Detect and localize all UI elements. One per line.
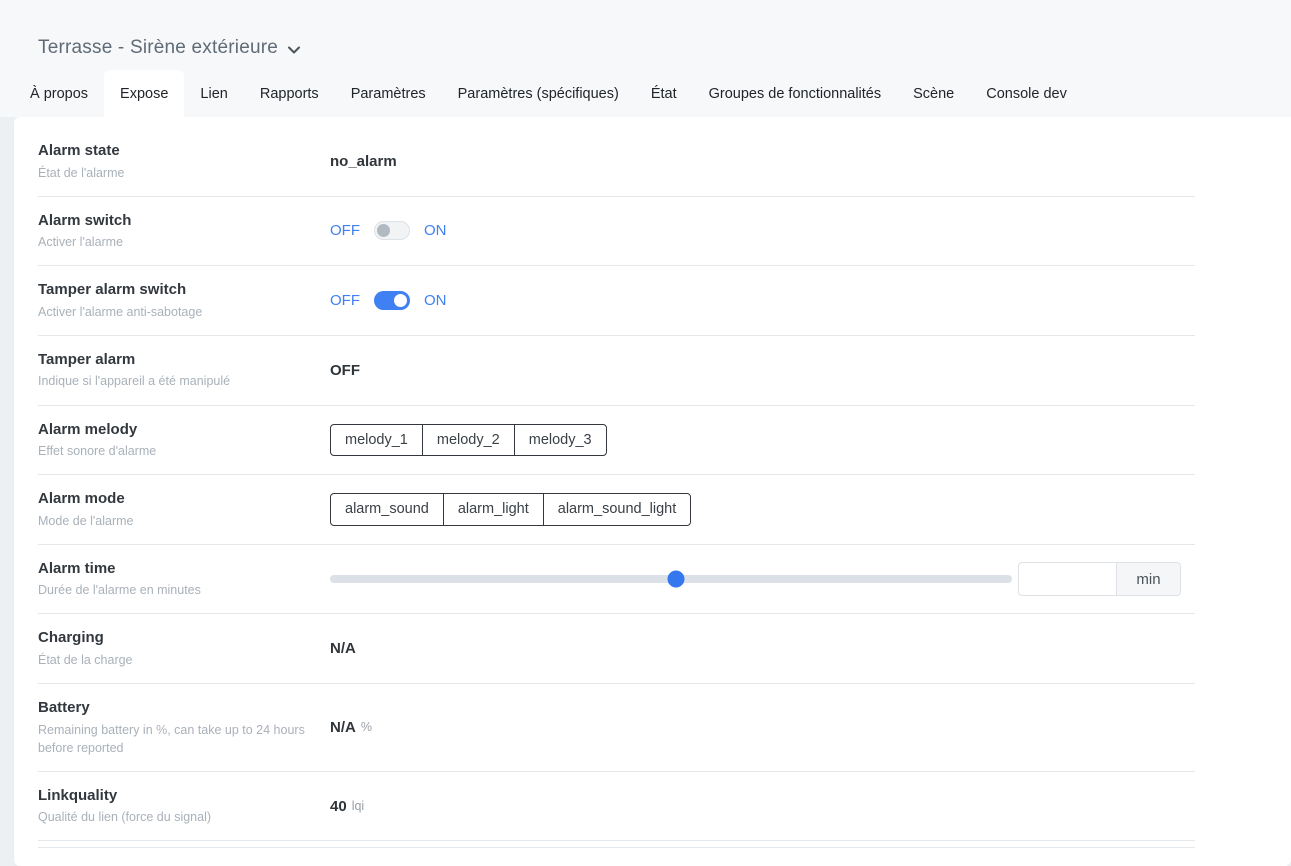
tab-etat[interactable]: État bbox=[635, 70, 693, 117]
row-title: Charging bbox=[38, 628, 312, 648]
row-title: Alarm time bbox=[38, 559, 312, 579]
row-title: Linkquality bbox=[38, 786, 312, 806]
row-title: Tamper alarm bbox=[38, 350, 312, 370]
row-description: État de la charge bbox=[38, 651, 312, 669]
row-alarm-mode: Alarm mode Mode de l'alarme alarm_sound … bbox=[38, 475, 1195, 545]
row-title: Alarm state bbox=[38, 141, 312, 161]
row-description: Activer l'alarme anti-sabotage bbox=[38, 303, 312, 321]
row-description: Durée de l'alarme en minutes bbox=[38, 581, 312, 599]
alarm-sound-button[interactable]: alarm_sound bbox=[330, 493, 444, 525]
rows-footer-divider bbox=[38, 841, 1195, 848]
row-alarm-time: Alarm time Durée de l'alarme en minutes … bbox=[38, 545, 1195, 615]
row-description: Activer l'alarme bbox=[38, 233, 312, 251]
alarm-switch-toggle[interactable] bbox=[374, 221, 410, 240]
melody-1-button[interactable]: melody_1 bbox=[330, 424, 423, 456]
alarm-time-slider[interactable] bbox=[330, 575, 1012, 583]
switch-on-label: ON bbox=[424, 222, 447, 239]
switch-off-label: OFF bbox=[330, 292, 360, 309]
page-title: Terrasse - Sirène extérieure bbox=[38, 37, 278, 59]
row-description: Remaining battery in %, can take up to 2… bbox=[38, 721, 312, 757]
tab-bar: À propos Expose Lien Rapports Paramètres… bbox=[0, 70, 1291, 117]
charging-value: N/A bbox=[330, 640, 356, 657]
page-header: Terrasse - Sirène extérieure À propos Ex… bbox=[0, 0, 1291, 117]
melody-3-button[interactable]: melody_3 bbox=[514, 424, 607, 456]
tab-rapports[interactable]: Rapports bbox=[244, 70, 335, 117]
row-tamper-alarm-switch: Tamper alarm switch Activer l'alarme ant… bbox=[38, 266, 1195, 336]
row-charging: Charging État de la charge N/A bbox=[38, 614, 1195, 684]
row-description: Effet sonore d'alarme bbox=[38, 442, 312, 460]
row-description: Indique si l'appareil a été manipulé bbox=[38, 372, 312, 390]
switch-on-label: ON bbox=[424, 292, 447, 309]
row-title: Tamper alarm switch bbox=[38, 280, 312, 300]
row-title: Alarm melody bbox=[38, 420, 312, 440]
battery-unit: % bbox=[361, 720, 372, 734]
tab-parametres-specifiques[interactable]: Paramètres (spécifiques) bbox=[442, 70, 635, 117]
melody-2-button[interactable]: melody_2 bbox=[422, 424, 515, 456]
alarm-time-input[interactable] bbox=[1018, 562, 1117, 596]
tab-console-dev[interactable]: Console dev bbox=[970, 70, 1083, 117]
expose-rows: Alarm state État de l'alarme no_alarm Al… bbox=[38, 127, 1195, 841]
linkquality-value: 40 bbox=[330, 798, 347, 815]
row-title: Alarm mode bbox=[38, 489, 312, 509]
alarm-time-slider-knob[interactable] bbox=[667, 571, 684, 588]
alarm-light-button[interactable]: alarm_light bbox=[443, 493, 544, 525]
tab-groupes-de-fonctionnalites[interactable]: Groupes de fonctionnalités bbox=[693, 70, 898, 117]
alarm-sound-light-button[interactable]: alarm_sound_light bbox=[543, 493, 692, 525]
alarm-melody-button-group: melody_1 melody_2 melody_3 bbox=[330, 424, 607, 456]
alarm-time-input-group: min bbox=[1018, 562, 1181, 596]
alarm-mode-button-group: alarm_sound alarm_light alarm_sound_ligh… bbox=[330, 493, 691, 525]
row-linkquality: Linkquality Qualité du lien (force du si… bbox=[38, 772, 1195, 842]
tamper-alarm-value: OFF bbox=[330, 362, 360, 379]
tab-lien[interactable]: Lien bbox=[184, 70, 243, 117]
row-title: Alarm switch bbox=[38, 211, 312, 231]
battery-value: N/A bbox=[330, 719, 356, 736]
row-description: État de l'alarme bbox=[38, 164, 312, 182]
device-title-dropdown[interactable]: Terrasse - Sirène extérieure bbox=[0, 0, 1291, 70]
row-title: Battery bbox=[38, 698, 312, 718]
row-description: Mode de l'alarme bbox=[38, 512, 312, 530]
row-battery: Battery Remaining battery in %, can take… bbox=[38, 684, 1195, 772]
row-alarm-melody: Alarm melody Effet sonore d'alarme melod… bbox=[38, 406, 1195, 476]
row-alarm-state: Alarm state État de l'alarme no_alarm bbox=[38, 127, 1195, 197]
row-tamper-alarm: Tamper alarm Indique si l'appareil a été… bbox=[38, 336, 1195, 406]
tab-scene[interactable]: Scène bbox=[897, 70, 970, 117]
expose-panel: Alarm state État de l'alarme no_alarm Al… bbox=[14, 117, 1291, 866]
row-alarm-switch: Alarm switch Activer l'alarme OFF ON bbox=[38, 197, 1195, 267]
linkquality-unit: lqi bbox=[352, 799, 365, 813]
tab-expose[interactable]: Expose bbox=[104, 70, 184, 117]
alarm-state-value: no_alarm bbox=[330, 153, 397, 170]
tamper-alarm-switch-toggle[interactable] bbox=[374, 291, 410, 310]
tab-parametres[interactable]: Paramètres bbox=[335, 70, 442, 117]
tab-a-propos[interactable]: À propos bbox=[14, 70, 104, 117]
switch-off-label: OFF bbox=[330, 222, 360, 239]
chevron-down-icon bbox=[288, 46, 300, 54]
alarm-time-unit: min bbox=[1117, 562, 1181, 596]
